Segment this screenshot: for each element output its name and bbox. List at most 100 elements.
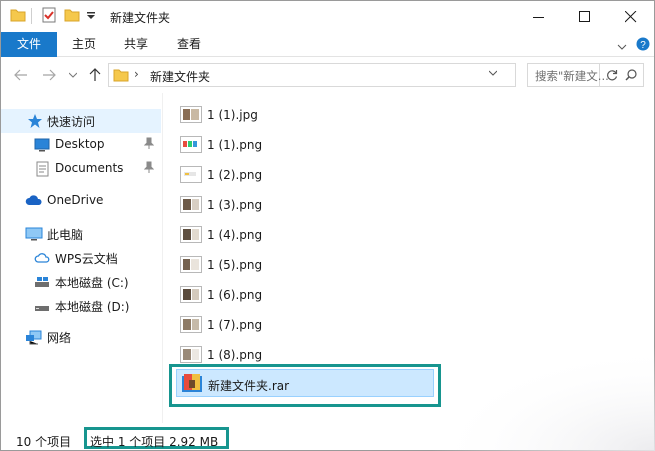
address-row: › 新建文件夹 搜索"新建文...	[1, 57, 654, 93]
up-arrow-icon	[89, 68, 101, 81]
nav-label: 本地磁盘 (C:)	[55, 276, 129, 290]
star-icon	[27, 113, 43, 129]
nav-onedrive[interactable]: OneDrive	[1, 189, 161, 213]
nav-desktop[interactable]: Desktop	[1, 133, 161, 157]
tab-file[interactable]: 文件	[1, 32, 57, 57]
search-placeholder: 搜索"新建文...	[535, 69, 609, 83]
recent-dropdown-button[interactable]	[63, 65, 83, 85]
nav-label: WPS云文档	[55, 252, 118, 266]
customize-toolbar-icon[interactable]	[86, 10, 96, 24]
documents-icon	[34, 161, 50, 177]
tab-view[interactable]: 查看	[167, 32, 211, 57]
list-item[interactable]: 1 (5).png	[176, 251, 434, 279]
highlight-box-file	[169, 364, 441, 407]
navigation-pane: 快速访问 Desktop Documents OneDrive 此电脑 WPS云…	[1, 93, 161, 423]
selection-info: 选中 1 个项目 2.92 MB	[90, 435, 219, 449]
chevron-down-icon	[69, 72, 77, 78]
pin-icon[interactable]	[143, 137, 155, 152]
nav-network[interactable]: 网络	[1, 325, 161, 349]
image-photo-icon	[180, 286, 202, 303]
image-photo-icon	[180, 256, 202, 273]
file-name: 1 (1).jpg	[207, 108, 258, 122]
image-colorful-icon	[180, 136, 202, 153]
list-item[interactable]: 1 (1).png	[176, 131, 434, 159]
folder-icon	[113, 68, 129, 85]
properties-icon[interactable]	[41, 7, 57, 26]
file-name: 1 (1).png	[207, 138, 263, 152]
drive-icon	[34, 298, 50, 314]
image-photo-icon	[180, 346, 202, 363]
folder-icon	[10, 7, 26, 26]
nav-this-pc[interactable]: 此电脑	[1, 222, 161, 246]
nav-label: Documents	[55, 161, 124, 175]
list-item[interactable]: 1 (2).png	[176, 161, 434, 189]
nav-label: 快速访问	[47, 115, 96, 129]
list-item[interactable]: 1 (4).png	[176, 221, 434, 249]
up-button[interactable]	[85, 65, 105, 85]
search-icon[interactable]	[625, 69, 637, 84]
nav-label: Desktop	[55, 137, 105, 151]
help-icon[interactable]: ?	[636, 37, 650, 54]
list-item[interactable]: 1 (7).png	[176, 311, 434, 339]
chevron-down-icon[interactable]	[617, 40, 627, 54]
image-photo-icon	[180, 226, 202, 243]
nav-label: 网络	[47, 331, 72, 345]
file-name: 1 (4).png	[207, 228, 263, 242]
nav-label: OneDrive	[47, 193, 104, 207]
nav-drive-d[interactable]: 本地磁盘 (D:)	[1, 294, 161, 318]
nav-label: 此电脑	[47, 228, 84, 242]
nav-quick-access[interactable]: 快速访问	[1, 109, 161, 133]
breadcrumb-chevron-icon[interactable]: ›	[134, 67, 139, 81]
file-name: 1 (3).png	[207, 198, 263, 212]
back-button[interactable]	[11, 65, 31, 85]
window-title: 新建文件夹	[110, 11, 171, 25]
forward-button[interactable]	[39, 65, 59, 85]
nav-label: 本地磁盘 (D:)	[55, 300, 130, 314]
explorer-window: 新建文件夹 文件 主页 共享 查看 ? › 新建文件夹 搜索"新建文... 快速…	[0, 0, 655, 451]
list-item[interactable]: 1 (3).png	[176, 191, 434, 219]
file-name: 1 (7).png	[207, 318, 263, 332]
chevron-down-icon[interactable]	[488, 68, 498, 79]
pin-icon[interactable]	[143, 161, 155, 176]
network-icon	[25, 329, 42, 345]
desktop-icon	[34, 137, 50, 153]
minimize-button[interactable]	[516, 1, 562, 32]
image-photo-icon	[180, 106, 202, 123]
file-name: 1 (5).png	[207, 258, 263, 272]
nav-documents[interactable]: Documents	[1, 157, 161, 181]
svg-text:?: ?	[640, 40, 646, 51]
minimize-icon	[533, 16, 544, 18]
title-bar: 新建文件夹	[1, 1, 654, 32]
breadcrumb-current[interactable]: 新建文件夹	[150, 68, 210, 85]
list-item[interactable]: 1 (6).png	[176, 281, 434, 309]
new-folder-icon[interactable]	[64, 7, 80, 26]
file-name: 1 (2).png	[207, 168, 263, 182]
item-count: 10 个项目	[16, 435, 72, 449]
address-bar[interactable]: › 新建文件夹	[108, 63, 617, 87]
cloud-icon	[34, 250, 50, 266]
toolbar-divider	[31, 8, 32, 24]
maximize-button[interactable]	[562, 1, 608, 32]
computer-icon	[25, 226, 43, 242]
close-button[interactable]	[608, 1, 654, 32]
ribbon-tabs: 文件 主页 共享 查看 ?	[1, 32, 654, 57]
close-icon	[625, 10, 637, 22]
file-name: 1 (8).png	[207, 348, 263, 362]
list-item[interactable]: 1 (1).jpg	[176, 101, 434, 129]
image-photo-icon	[180, 196, 202, 213]
watermark-decoration	[431, 346, 655, 451]
nav-drive-c[interactable]: 本地磁盘 (C:)	[1, 270, 161, 294]
tab-share[interactable]: 共享	[114, 32, 158, 57]
tab-home[interactable]: 主页	[62, 32, 106, 57]
drive-icon	[34, 274, 50, 290]
forward-arrow-icon	[43, 69, 56, 81]
search-input[interactable]: 搜索"新建文...	[527, 63, 644, 87]
image-photo-icon	[180, 316, 202, 333]
image-light-icon	[180, 166, 202, 183]
nav-wps-cloud[interactable]: WPS云文档	[1, 246, 161, 270]
maximize-icon	[579, 10, 590, 22]
back-arrow-icon	[14, 69, 27, 81]
cloud-icon	[25, 193, 42, 209]
file-name: 1 (6).png	[207, 288, 263, 302]
pane-splitter[interactable]	[162, 93, 163, 423]
